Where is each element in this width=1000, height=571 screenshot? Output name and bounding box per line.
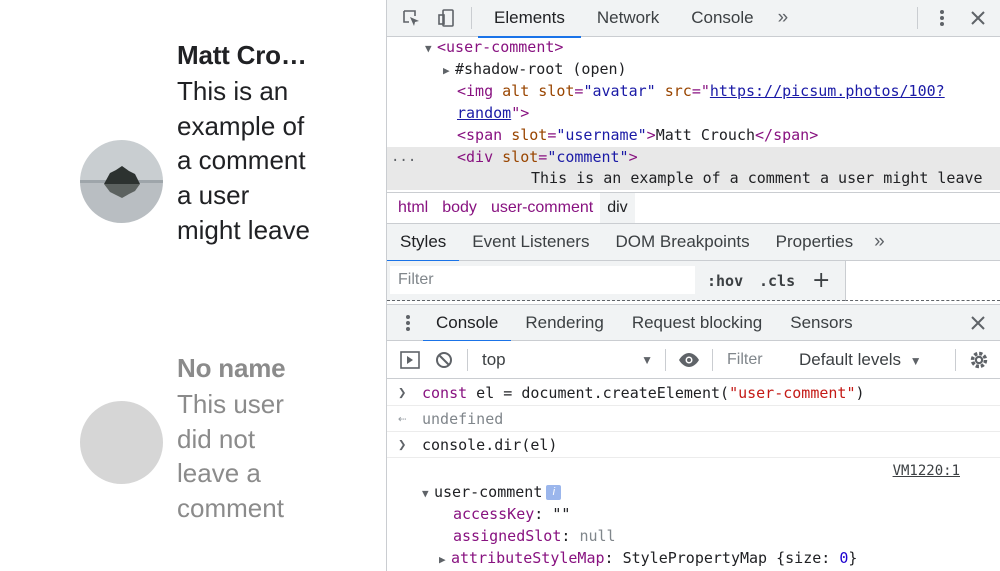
console-object-prop[interactable]: ▶ attributeStyleMap: StylePropertyMap {si…	[387, 545, 1000, 571]
drawer-kebab-icon[interactable]	[393, 304, 423, 341]
kebab-menu-icon[interactable]	[924, 0, 960, 37]
info-icon[interactable]: i	[546, 485, 562, 500]
dom-node-user-comment[interactable]: ▼ <user-comment>	[387, 37, 1000, 59]
styles-pane-side	[845, 261, 1000, 301]
log-levels-dropdown[interactable]: Default levels ▼	[789, 350, 930, 370]
clear-console-icon[interactable]	[427, 341, 461, 379]
styles-tabbar: Styles Event Listeners DOM Breakpoints P…	[387, 224, 1000, 262]
console-filter-input[interactable]: Filter	[719, 346, 789, 374]
devtools-toolbar: Elements Network Console »	[387, 0, 1000, 38]
node-actions-ellipsis-icon[interactable]: ...	[391, 147, 416, 169]
comment-body: This is an example of a comment a user m…	[177, 76, 310, 245]
close-icon[interactable]	[960, 0, 996, 37]
toolbar-divider	[955, 348, 956, 371]
breadcrumb-html[interactable]: html	[391, 193, 435, 223]
styles-filter-input[interactable]: Filter	[390, 266, 695, 294]
new-style-rule-plus-icon[interactable]: +	[812, 261, 830, 301]
dom-node-img[interactable]: <img alt slot="avatar" src="https://pics…	[387, 81, 1000, 103]
collapse-triangle-icon[interactable]: ▼	[425, 38, 437, 60]
comment-body: This user did not leave a comment	[177, 389, 284, 524]
context-selector[interactable]: top ▼	[474, 347, 659, 373]
breadcrumb: html body user-comment div	[387, 192, 1000, 224]
toolbar-divider	[917, 7, 918, 29]
console-input-line: ❯ console.dir(el)	[387, 432, 1000, 458]
toolbar-divider	[471, 7, 472, 29]
result-arrow-icon: ⇠	[398, 411, 407, 427]
cls-toggle[interactable]: .cls	[759, 261, 795, 301]
devtools-panel: Elements Network Console » ▼ <user-commen…	[386, 0, 1000, 571]
comment-username: No name	[177, 353, 286, 383]
dropdown-triangle-icon: ▼	[641, 352, 653, 367]
avatar-landscape-image	[80, 140, 163, 223]
comment-text-block: No name This user did not leave a commen…	[177, 353, 312, 526]
more-tabs-chevron-icon[interactable]: »	[770, 7, 797, 29]
more-tabs-chevron-icon[interactable]: »	[866, 231, 893, 253]
toolbar-divider	[712, 348, 713, 371]
img-src-link[interactable]: random	[457, 104, 511, 122]
expand-triangle-icon[interactable]: ▶	[439, 547, 451, 571]
drawer-tab-rendering[interactable]: Rendering	[511, 304, 617, 341]
tab-dom-breakpoints[interactable]: DOM Breakpoints	[602, 224, 762, 261]
tab-properties[interactable]: Properties	[763, 224, 866, 261]
breadcrumb-body[interactable]: body	[435, 193, 484, 223]
console-input-line: ❯ const el = document.createElement("use…	[387, 380, 1000, 406]
dom-node-img-cont: random">	[457, 104, 530, 122]
dom-node-div-selected[interactable]: ... <div slot="comment"> This is an exam…	[387, 147, 1000, 190]
expand-triangle-icon[interactable]: ▶	[443, 60, 455, 82]
tab-network[interactable]: Network	[581, 0, 675, 37]
breadcrumb-div[interactable]: div	[600, 193, 635, 223]
inspect-element-icon[interactable]	[393, 0, 429, 37]
console-toolbar: top ▼ Filter Default levels ▼	[387, 341, 1000, 379]
settings-gear-icon[interactable]	[962, 341, 996, 379]
dropdown-triangle-icon: ▼	[909, 353, 922, 368]
comment-username: Matt Cro…	[177, 40, 307, 70]
tab-styles[interactable]: Styles	[387, 224, 460, 262]
log-levels-label: Default levels	[799, 349, 902, 369]
drawer-tab-console[interactable]: Console	[423, 304, 512, 342]
device-toolbar-icon[interactable]	[429, 0, 465, 37]
dom-node-span[interactable]: <span slot="username">Matt Crouch</span>	[387, 125, 1000, 147]
page-preview: Matt Cro… This is an example of a commen…	[0, 0, 386, 571]
prompt-chevron-icon: ❯	[398, 437, 407, 453]
tab-console[interactable]: Console	[675, 0, 769, 37]
live-expression-eye-icon[interactable]	[672, 341, 706, 379]
avatar-placeholder	[80, 401, 163, 484]
comment-text-block: Matt Cro… This is an example of a commen…	[177, 40, 312, 248]
drawer-tab-sensors[interactable]: Sensors	[776, 304, 866, 341]
hov-toggle[interactable]: :hov	[707, 261, 743, 301]
dom-tree: ▼ <user-comment> ▶ #shadow-root (open) <im…	[387, 37, 1000, 192]
breadcrumb-user-comment[interactable]: user-comment	[484, 193, 600, 223]
sidebar-toggle-icon[interactable]	[393, 341, 427, 379]
drawer-close-icon[interactable]	[960, 304, 996, 341]
console-result-line: ⇠ undefined	[387, 406, 1000, 432]
img-src-link[interactable]: https://picsum.photos/100?	[710, 82, 945, 100]
context-selector-value: top	[482, 349, 506, 369]
avatar	[80, 140, 163, 223]
tab-elements[interactable]: Elements	[478, 0, 581, 38]
toolbar-divider	[665, 348, 666, 371]
drawer-tab-request-blocking[interactable]: Request blocking	[618, 304, 776, 341]
tab-event-listeners[interactable]: Event Listeners	[459, 224, 602, 261]
toolbar-divider	[467, 348, 468, 371]
dom-node-shadow-root[interactable]: ▶ #shadow-root (open)	[387, 59, 1000, 81]
drawer-tabbar: Console Rendering Request blocking Senso…	[387, 304, 1000, 342]
prompt-chevron-icon: ❯	[398, 385, 407, 401]
